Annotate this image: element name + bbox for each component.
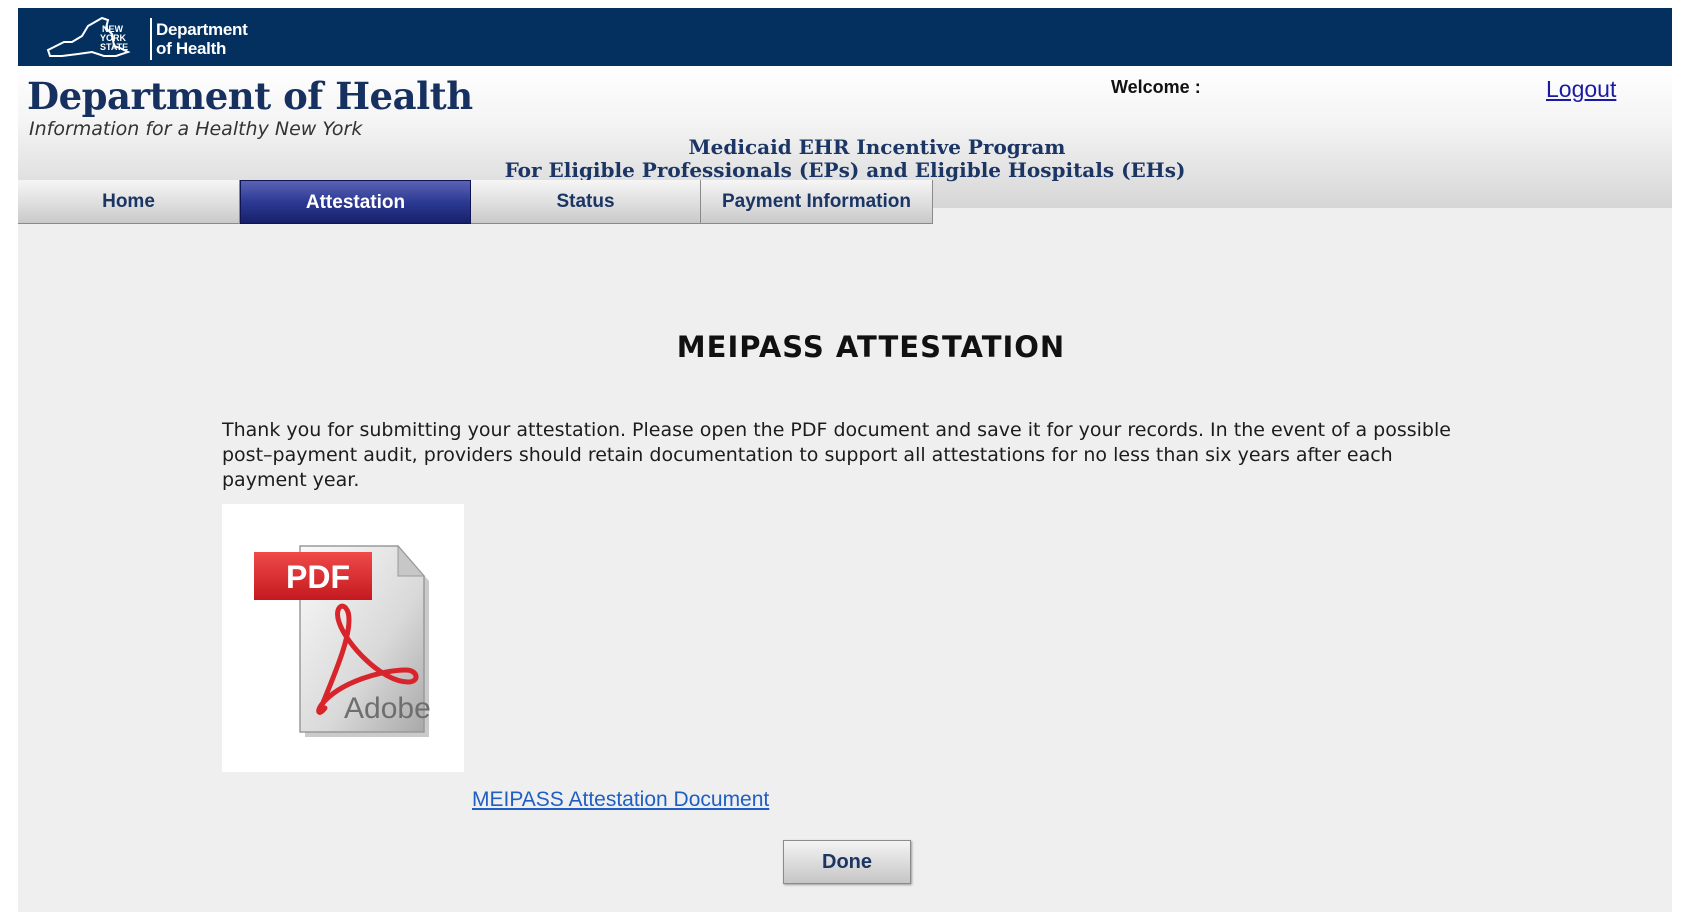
nys-top-bar: NEW YORK STATE Department of Health — [18, 8, 1672, 66]
done-button[interactable]: Done — [783, 840, 911, 884]
nys-doh-logo[interactable]: NEW YORK STATE Department of Health — [42, 12, 248, 64]
tab-status[interactable]: Status — [471, 180, 701, 224]
tab-home[interactable]: Home — [18, 180, 240, 224]
nys-logo-line1: Department — [156, 20, 248, 39]
pdf-icon-container[interactable]: PDF Adobe — [222, 504, 464, 772]
logout-link[interactable]: Logout — [1546, 76, 1616, 103]
nys-logo-text: Department of Health — [156, 20, 248, 58]
program-heading: Medicaid EHR Incentive Program For Eligi… — [18, 136, 1672, 182]
logo-divider — [150, 18, 152, 60]
confirmation-message: Thank you for submitting your attestatio… — [222, 419, 1451, 491]
svg-text:STATE: STATE — [100, 42, 128, 52]
program-subtitle: For Eligible Professionals (EPs) and Eli… — [504, 158, 1186, 182]
tab-attestation[interactable]: Attestation — [240, 180, 471, 224]
site-title: Department of Health — [27, 74, 473, 118]
pdf-icon-brand: Adobe — [344, 692, 431, 725]
tab-payment-information[interactable]: Payment Information — [701, 180, 933, 224]
attestation-document-link[interactable]: MEIPASS Attestation Document — [472, 788, 769, 812]
app-frame: NEW YORK STATE Department of Health Depa… — [18, 8, 1672, 912]
pdf-icon-label: PDF — [286, 559, 350, 595]
page-title: MEIPASS ATTESTATION — [676, 330, 1066, 364]
ny-state-map-icon: NEW YORK STATE — [46, 16, 131, 57]
welcome-label: Welcome : — [1111, 77, 1201, 97]
program-title: Medicaid EHR Incentive Program — [688, 135, 1066, 159]
nys-logo-line2: of Health — [156, 39, 227, 58]
pdf-document-icon: PDF Adobe — [254, 544, 431, 737]
